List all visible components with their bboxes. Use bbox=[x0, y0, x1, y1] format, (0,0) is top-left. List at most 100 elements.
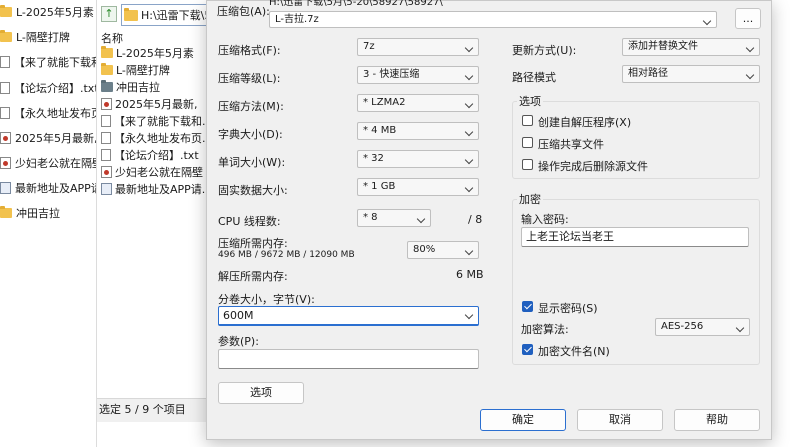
cpu-threads-total: / 8 bbox=[468, 213, 483, 226]
file-manager-window: ↑ H:\迅雷下载\5月 名称 L-2025年5月素 L-隔壁打牌 冲田吉拉 2… bbox=[96, 0, 221, 447]
format-label: 压缩格式(F): bbox=[218, 44, 281, 57]
file-list-item[interactable]: 最新地址及APP请... bbox=[101, 180, 212, 197]
password-input[interactable]: 上老王论坛当老王 bbox=[521, 227, 749, 247]
file-manager-toolbar: ↑ H:\迅雷下载\5月 bbox=[97, 4, 221, 26]
document-icon bbox=[0, 82, 10, 94]
file-list-item[interactable]: 2025年5月最新, bbox=[101, 95, 198, 112]
desktop-item-label: 【论坛介绍】.txt bbox=[14, 82, 99, 95]
add-to-archive-dialog: 压缩包(A): H:\迅雷下载\5月\5-20\58927\58927\ L-吉… bbox=[206, 0, 772, 440]
solid-block-select[interactable]: * 1 GB bbox=[357, 178, 479, 196]
file-list-item[interactable]: 少妇老公就在隔壁 bbox=[101, 163, 203, 180]
desktop-item-label: 冲田吉拉 bbox=[16, 207, 60, 220]
sfx-checkbox[interactable] bbox=[522, 115, 533, 126]
status-bar: 选定 5 / 9 个项目 bbox=[97, 398, 209, 422]
desktop-item[interactable]: L-隔壁打牌 bbox=[0, 27, 70, 47]
desktop-item-label: L-隔壁打牌 bbox=[16, 31, 70, 44]
document-icon bbox=[0, 56, 10, 68]
archive-directory-text: H:\迅雷下载\5月\5-20\58927\58927\ bbox=[269, 0, 443, 8]
folder-icon bbox=[101, 62, 113, 75]
path-mode-label: 路径模式 bbox=[512, 71, 556, 84]
level-select[interactable]: 3 - 快速压缩 bbox=[357, 66, 479, 84]
desktop-item-label: L-2025年5月素 bbox=[16, 6, 94, 19]
options-button[interactable]: 选项 bbox=[218, 382, 304, 404]
shared-files-checkbox[interactable] bbox=[522, 137, 533, 148]
browse-button[interactable]: ... bbox=[735, 8, 761, 29]
file-list-item-label: L-2025年5月素 bbox=[116, 46, 194, 60]
desktop-item[interactable]: 冲田吉拉 bbox=[0, 203, 60, 223]
file-list-item[interactable]: 冲田吉拉 bbox=[101, 78, 160, 95]
up-arrow-icon[interactable]: ↑ bbox=[101, 6, 117, 22]
delete-after-checkbox[interactable] bbox=[522, 159, 533, 170]
desktop-item[interactable]: 2025年5月最新, bbox=[0, 128, 98, 148]
chevron-down-icon bbox=[464, 43, 474, 53]
solid-block-label: 固实数据大小: bbox=[218, 184, 288, 197]
file-list-item[interactable]: 【来了就能下载和... bbox=[101, 112, 213, 129]
encryption-method-label: 加密算法: bbox=[521, 323, 569, 336]
file-list-item-label: 【论坛介绍】.txt bbox=[114, 148, 199, 162]
cpu-threads-label: CPU 线程数: bbox=[218, 215, 281, 228]
chevron-down-icon bbox=[464, 246, 474, 256]
folder-icon bbox=[0, 206, 12, 218]
method-select[interactable]: * LZMA2 bbox=[357, 94, 479, 112]
file-list-item-label: 冲田吉拉 bbox=[116, 80, 160, 94]
shared-files-label: 压缩共享文件 bbox=[538, 138, 604, 151]
level-label: 压缩等级(L): bbox=[218, 72, 281, 85]
document-icon bbox=[101, 114, 111, 127]
parameters-label: 参数(P): bbox=[218, 335, 259, 348]
word-size-select[interactable]: * 32 bbox=[357, 150, 479, 168]
password-label: 输入密码: bbox=[521, 213, 569, 226]
decompression-memory-value: 6 MB bbox=[456, 268, 484, 281]
desktop-item[interactable]: 少妇老公就在隔壁 bbox=[0, 153, 103, 173]
chevron-down-icon bbox=[464, 310, 474, 320]
show-password-checkbox[interactable] bbox=[522, 301, 533, 312]
chevron-down-icon bbox=[464, 183, 474, 193]
path-mode-value: 相对路径 bbox=[628, 68, 668, 79]
document-icon bbox=[101, 148, 111, 161]
ok-button[interactable]: 确定 bbox=[480, 409, 566, 431]
split-volume-combobox[interactable]: 600M bbox=[218, 306, 479, 326]
file-list-item[interactable]: 【永久地址发布页... bbox=[101, 129, 213, 146]
file-list-item-label: 【永久地址发布页... bbox=[114, 131, 213, 145]
desktop-file-list: L-2025年5月素 L-隔壁打牌 【来了就能下载和观 【论坛介绍】.txt 【… bbox=[0, 0, 113, 447]
format-select[interactable]: 7z bbox=[357, 38, 479, 56]
video-file-icon bbox=[0, 132, 11, 144]
file-list-item[interactable]: 【论坛介绍】.txt bbox=[101, 146, 199, 163]
method-label: 压缩方法(M): bbox=[218, 100, 284, 113]
file-list-item-label: 2025年5月最新, bbox=[115, 97, 198, 111]
decompression-memory-label: 解压所需内存: bbox=[218, 270, 288, 283]
solid-block-value: * 1 GB bbox=[363, 181, 396, 192]
help-button[interactable]: 帮助 bbox=[674, 409, 760, 431]
file-list-item-label: 少妇老公就在隔壁 bbox=[115, 165, 203, 179]
memory-percent-value: 80% bbox=[413, 244, 436, 255]
chevron-down-icon bbox=[745, 43, 755, 53]
document-icon bbox=[101, 131, 111, 144]
encryption-method-select[interactable]: AES-256 bbox=[655, 318, 750, 336]
file-list-item-label: 最新地址及APP请... bbox=[115, 182, 213, 196]
desktop-item[interactable]: L-2025年5月素 bbox=[0, 2, 94, 22]
word-size-value: * 32 bbox=[363, 153, 384, 164]
archive-name-combobox[interactable]: L-吉拉.7z bbox=[269, 11, 717, 28]
chevron-down-icon bbox=[702, 16, 712, 26]
folder-icon bbox=[124, 7, 138, 21]
update-mode-select[interactable]: 添加并替换文件 bbox=[622, 38, 760, 56]
desktop-item-label: 2025年5月最新, bbox=[15, 132, 98, 145]
file-list-item[interactable]: L-2025年5月素 bbox=[101, 44, 194, 61]
document-icon bbox=[0, 107, 10, 119]
desktop-item-label: 最新地址及APP请 bbox=[15, 182, 102, 195]
path-mode-select[interactable]: 相对路径 bbox=[622, 65, 760, 83]
desktop-item[interactable]: 【论坛介绍】.txt bbox=[0, 78, 99, 98]
word-size-label: 单词大小(W): bbox=[218, 156, 286, 169]
parameters-input[interactable] bbox=[218, 349, 479, 369]
cpu-threads-select[interactable]: * 8 bbox=[357, 209, 431, 227]
dictionary-select[interactable]: * 4 MB bbox=[357, 122, 479, 140]
desktop-item[interactable]: 最新地址及APP请 bbox=[0, 178, 102, 198]
chevron-down-icon bbox=[416, 214, 426, 224]
encrypt-names-checkbox[interactable] bbox=[522, 344, 533, 355]
memory-percent-select[interactable]: 80% bbox=[407, 241, 479, 259]
cancel-button[interactable]: 取消 bbox=[577, 409, 663, 431]
file-list-item[interactable]: L-隔壁打牌 bbox=[101, 61, 170, 78]
split-volume-label: 分卷大小，字节(V): bbox=[218, 293, 315, 306]
file-list-item-label: 【来了就能下载和... bbox=[114, 114, 213, 128]
chevron-down-icon bbox=[464, 155, 474, 165]
chevron-down-icon bbox=[735, 323, 745, 333]
